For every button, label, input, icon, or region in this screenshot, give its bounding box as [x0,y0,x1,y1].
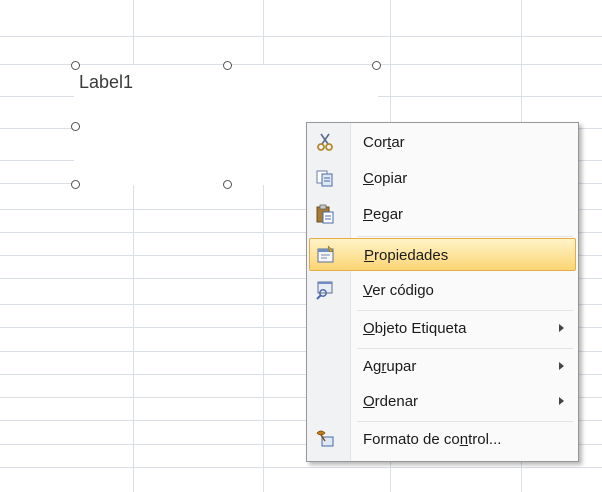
resize-handle-bottom-left[interactable] [71,180,80,189]
context-menu: Cortar Copiar Pegar Propiedades Ver códi… [306,122,579,462]
view-code-icon [312,278,338,302]
menu-separator [357,236,573,237]
resize-handle-top-right[interactable] [372,61,381,70]
menu-item-order[interactable]: Ordenar [309,385,576,418]
scissors-icon [312,130,338,154]
grid-row-line [0,467,602,468]
resize-handle-bottom-center[interactable] [223,180,232,189]
format-control-icon [312,427,338,451]
label-control-text: Label1 [79,72,134,92]
resize-handle-top-center[interactable] [223,61,232,70]
menu-item-view-code[interactable]: Ver código [309,274,576,307]
menu-item-copy[interactable]: Copiar [309,162,576,195]
menu-separator [357,310,573,311]
copy-icon [312,166,338,190]
menu-item-paste[interactable]: Pegar [309,198,576,231]
menu-separator [357,421,573,422]
grid-row-line [0,36,602,37]
paste-icon [312,202,338,226]
menu-item-cut[interactable]: Cortar [309,126,576,159]
submenu-arrow-icon [559,397,564,405]
submenu-arrow-icon [559,362,564,370]
menu-item-format-control[interactable]: Formato de control... [309,423,576,456]
properties-icon [313,243,339,267]
resize-handle-middle-left[interactable] [71,122,80,131]
menu-separator [357,348,573,349]
menu-item-group[interactable]: Agrupar [309,350,576,383]
resize-handle-top-left[interactable] [71,61,80,70]
menu-item-properties[interactable]: Propiedades [309,238,576,271]
menu-item-label-object[interactable]: Objeto Etiqueta [309,312,576,345]
submenu-arrow-icon [559,324,564,332]
